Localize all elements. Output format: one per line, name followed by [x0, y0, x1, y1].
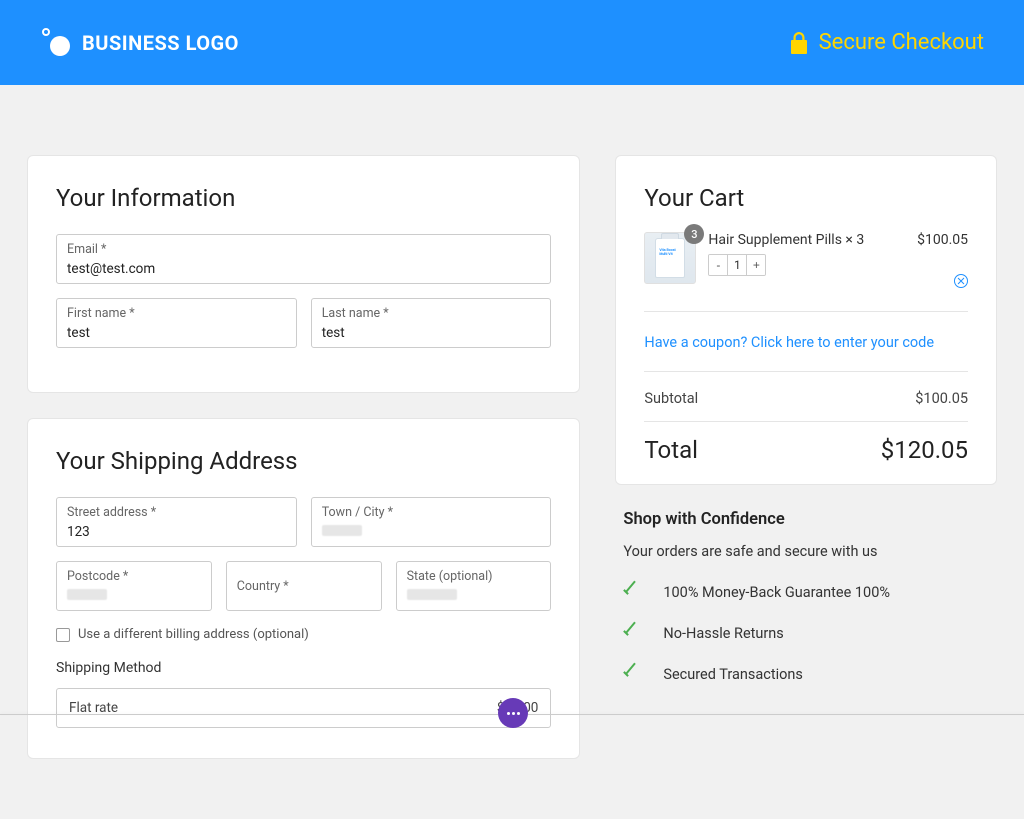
last-name-field[interactable]: Last name * test: [311, 298, 552, 348]
your-information-card: Your Information Email * test@test.com F…: [27, 155, 580, 393]
country-field[interactable]: Country *: [226, 561, 382, 611]
different-billing-label: Use a different billing address (optiona…: [78, 627, 309, 642]
shipping-method-heading: Shipping Method: [56, 660, 551, 676]
town-city-field[interactable]: Town / City *: [311, 497, 552, 547]
feature-returns: No-Hassle Returns: [623, 625, 989, 642]
page-header: BUSINESS LOGO Secure Checkout: [0, 0, 1024, 85]
first-name-value: test: [67, 325, 90, 341]
cart-item: Vita BoostMulti Vit 3 Hair Supplement Pi…: [644, 232, 968, 312]
cart-item-price: $100.05: [917, 232, 968, 248]
info-title: Your Information: [56, 184, 551, 212]
quantity-value[interactable]: 1: [727, 255, 747, 275]
feature-secured-label: Secured Transactions: [663, 666, 802, 683]
first-name-label: First name *: [67, 306, 286, 321]
confidence-title: Shop with Confidence: [623, 510, 989, 529]
feature-secured: Secured Transactions: [623, 666, 989, 683]
street-address-field[interactable]: Street address * 123: [56, 497, 297, 547]
total-row: Total $120.05: [644, 421, 968, 466]
total-value: $120.05: [881, 436, 968, 464]
email-value: test@test.com: [67, 261, 155, 277]
logo-icon: [40, 28, 70, 58]
coupon-link[interactable]: Have a coupon? Click here to enter your …: [644, 334, 934, 351]
checkbox-icon: [56, 628, 70, 642]
subtotal-row: Subtotal $100.05: [644, 372, 968, 421]
more-options-fab[interactable]: [498, 698, 528, 728]
email-label: Email *: [67, 242, 540, 257]
secure-checkout-label: Secure Checkout: [819, 30, 984, 55]
shop-confidence-section: Shop with Confidence Your orders are saf…: [615, 510, 997, 707]
subtotal-value: $100.05: [915, 390, 968, 407]
check-icon: [623, 627, 641, 641]
last-name-value: test: [322, 325, 345, 341]
cart-card: Your Cart Vita BoostMulti Vit 3 Hair Sup…: [615, 155, 997, 485]
shipping-method-option[interactable]: Flat rate $20.00: [56, 688, 551, 728]
state-value: [407, 588, 457, 604]
postcode-field[interactable]: Postcode *: [56, 561, 212, 611]
email-field[interactable]: Email * test@test.com: [56, 234, 551, 284]
coupon-section: Have a coupon? Click here to enter your …: [644, 312, 968, 372]
postcode-value: [67, 588, 107, 604]
town-value: [322, 524, 362, 540]
different-billing-checkbox[interactable]: Use a different billing address (optiona…: [56, 627, 551, 642]
secure-checkout-badge: Secure Checkout: [789, 30, 984, 55]
subtotal-label: Subtotal: [644, 390, 698, 407]
remove-item-button[interactable]: [954, 274, 968, 288]
total-label: Total: [644, 436, 698, 464]
country-label: Country *: [237, 579, 289, 594]
product-thumbnail: Vita BoostMulti Vit 3: [644, 232, 696, 284]
quantity-stepper: - 1 +: [708, 254, 766, 276]
brand-logo[interactable]: BUSINESS LOGO: [40, 28, 239, 58]
street-value: 123: [67, 524, 90, 540]
cart-title: Your Cart: [644, 184, 968, 212]
postcode-label: Postcode *: [67, 569, 201, 584]
town-label: Town / City *: [322, 505, 541, 520]
state-label: State (optional): [407, 569, 541, 584]
street-label: Street address *: [67, 505, 286, 520]
check-icon: [623, 586, 641, 600]
brand-text: BUSINESS LOGO: [82, 31, 239, 55]
lock-icon: [789, 32, 809, 54]
cart-item-name: Hair Supplement Pills × 3: [708, 232, 905, 248]
shipping-address-card: Your Shipping Address Street address * 1…: [27, 418, 580, 759]
check-icon: [623, 668, 641, 682]
feature-moneyback-label: 100% Money-Back Guarantee 100%: [663, 584, 890, 601]
shipping-title: Your Shipping Address: [56, 447, 551, 475]
quantity-minus-button[interactable]: -: [709, 255, 727, 275]
confidence-subtitle: Your orders are safe and secure with us: [623, 543, 989, 560]
first-name-field[interactable]: First name * test: [56, 298, 297, 348]
feature-returns-label: No-Hassle Returns: [663, 625, 783, 642]
cart-quantity-badge: 3: [684, 224, 704, 244]
feature-moneyback: 100% Money-Back Guarantee 100%: [623, 584, 989, 601]
state-field[interactable]: State (optional): [396, 561, 552, 611]
last-name-label: Last name *: [322, 306, 541, 321]
quantity-plus-button[interactable]: +: [747, 255, 765, 275]
